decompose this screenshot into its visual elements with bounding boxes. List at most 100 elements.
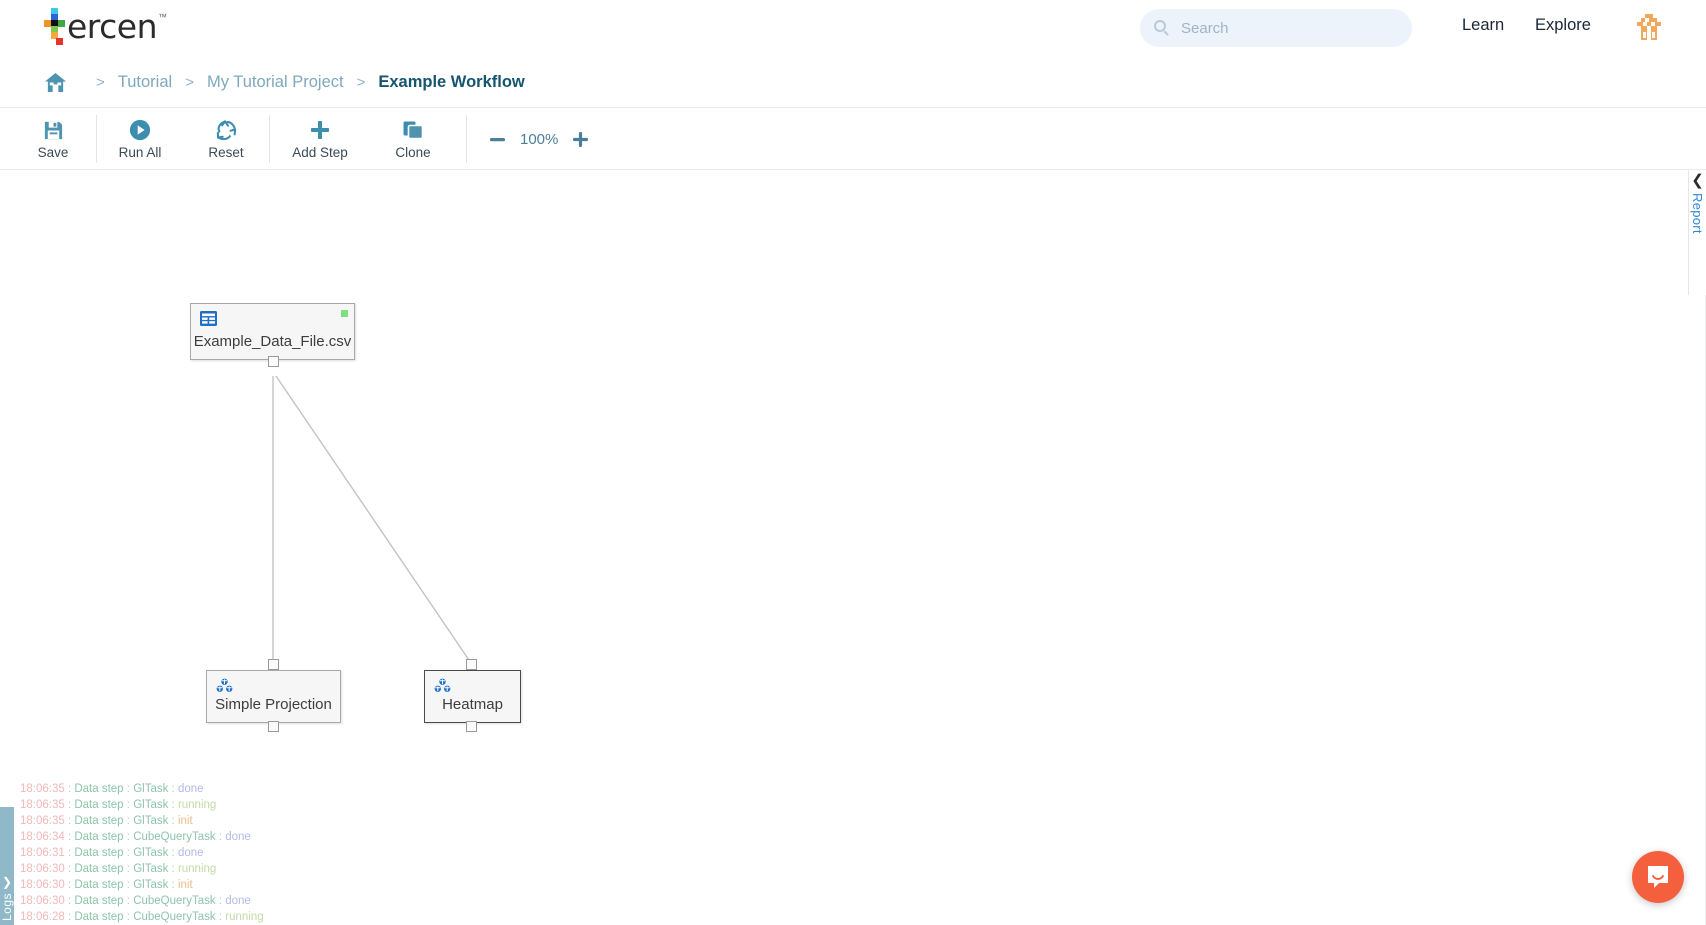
tercen-logo-text: ercen (67, 7, 158, 46)
recycle-icon (215, 119, 238, 142)
log-task: CubeQueryTask (133, 831, 216, 843)
log-task: GlTask (133, 815, 169, 827)
save-button[interactable]: Save (10, 109, 96, 170)
log-state: running (177, 863, 217, 875)
breadcrumb-separator-1: > (96, 74, 105, 91)
node-output-port-heatmap[interactable] (466, 721, 477, 732)
log-line: 18:06:35 : Data step : GlTask : running (20, 799, 217, 811)
run-all-button[interactable]: Run All (97, 109, 183, 170)
log-panel: 18:06:35 : Data step : GlTask : done 18:0… (20, 781, 640, 925)
chevron-left-icon: ❮ (1691, 172, 1704, 189)
workflow-node-label: Simple Projection (215, 696, 332, 713)
clone-button-label: Clone (395, 144, 431, 160)
app-root: ercen ™ Learn Explore (0, 0, 1706, 925)
log-state: init (177, 815, 193, 827)
log-task: GlTask (133, 847, 169, 859)
log-step: Data step (74, 815, 124, 827)
zoom-controls: 100% (489, 131, 589, 148)
workflow-canvas[interactable]: Example_Data_File.csv Simple Projection … (0, 170, 1706, 925)
node-input-port-heatmap[interactable] (466, 659, 477, 670)
log-state: init (177, 879, 193, 891)
zoom-in-plus-icon[interactable] (572, 131, 589, 148)
log-step: Data step (74, 783, 124, 795)
log-step: Data step (74, 895, 124, 907)
toolbar-divider-3 (466, 115, 467, 163)
add-step-button[interactable]: Add Step (270, 109, 370, 170)
log-state: done (225, 895, 251, 907)
log-step: Data step (74, 831, 124, 843)
workflow-node-heatmap[interactable]: Heatmap (424, 670, 521, 723)
top-header: ercen ™ Learn Explore (0, 0, 1706, 58)
breadcrumb-separator-2: > (185, 74, 194, 91)
breadcrumb: > Tutorial > My Tutorial Project > Examp… (0, 58, 1706, 108)
tercen-logo[interactable]: ercen ™ (42, 8, 167, 46)
log-timestamp: 18:06:34 (20, 831, 65, 843)
search-icon (1154, 19, 1171, 37)
log-task: GlTask (133, 783, 169, 795)
chat-bubble-button[interactable] (1632, 851, 1684, 903)
log-timestamp: 18:06:30 (20, 863, 65, 875)
log-step: Data step (74, 847, 124, 859)
breadcrumb-item-my-tutorial-project[interactable]: My Tutorial Project (207, 73, 344, 92)
log-timestamp: 18:06:28 (20, 911, 65, 923)
search-input[interactable] (1181, 19, 1398, 37)
log-task: GlTask (133, 879, 169, 891)
zoom-level-value: 100% (520, 130, 559, 148)
log-timestamp: 18:06:35 (20, 815, 65, 827)
log-step: Data step (74, 911, 124, 923)
reset-button-label: Reset (208, 144, 244, 160)
log-line: 18:06:28 : Data step : CubeQueryTask : r… (20, 911, 264, 923)
log-step: Data step (74, 879, 124, 891)
log-step: Data step (74, 799, 124, 811)
table-grid-icon (200, 311, 217, 331)
cubes-icon (216, 678, 233, 698)
report-panel-tab[interactable]: ❮ Report (1688, 170, 1706, 295)
search-box[interactable] (1140, 9, 1412, 47)
save-floppy-icon (43, 119, 64, 142)
user-avatar-icon[interactable] (1635, 14, 1663, 42)
node-status-badge (341, 310, 348, 317)
log-timestamp: 18:06:35 (20, 783, 65, 795)
breadcrumb-separator-3: > (356, 74, 366, 91)
workflow-toolbar: Save Run All Reset Add Step Clone 100% (0, 109, 1706, 170)
add-step-button-label: Add Step (292, 144, 348, 160)
chevron-right-icon: ❯ (1, 874, 13, 889)
reset-button[interactable]: Reset (183, 109, 269, 170)
chat-bubble-icon (1648, 866, 1668, 888)
workflow-node-data-file[interactable]: Example_Data_File.csv (190, 303, 355, 360)
log-timestamp: 18:06:30 (20, 895, 65, 907)
log-task: CubeQueryTask (133, 911, 216, 923)
log-state: done (177, 847, 204, 859)
log-timestamp: 18:06:30 (20, 879, 65, 891)
workflow-node-label: Example_Data_File.csv (193, 333, 352, 350)
node-input-port-projection[interactable] (268, 659, 279, 670)
breadcrumb-item-tutorial[interactable]: Tutorial (118, 73, 172, 92)
report-tab-label: Report (1690, 193, 1705, 234)
plus-icon (309, 119, 331, 142)
trademark-symbol: ™ (158, 12, 168, 22)
breadcrumb-item-example-workflow: Example Workflow (378, 73, 525, 91)
nav-link-explore[interactable]: Explore (1535, 16, 1591, 35)
nav-link-learn[interactable]: Learn (1462, 16, 1504, 35)
log-line: 18:06:30 : Data step : GlTask : running (20, 863, 217, 875)
node-output-port-data[interactable] (268, 356, 279, 367)
log-line: 18:06:35 : Data step : GlTask : init (20, 815, 193, 827)
home-icon[interactable] (44, 72, 67, 93)
log-state: running (225, 911, 264, 923)
log-state: done (177, 783, 204, 795)
workflow-node-label: Heatmap (442, 696, 503, 713)
tercen-logo-mark (42, 8, 68, 46)
log-line: 18:06:34 : Data step : CubeQueryTask : d… (20, 831, 251, 843)
node-output-port-projection[interactable] (268, 721, 279, 732)
log-step: Data step (74, 863, 124, 875)
run-all-button-label: Run All (118, 144, 162, 160)
zoom-out-minus-icon[interactable] (489, 131, 506, 148)
play-circle-icon (129, 119, 151, 142)
logs-tab-label: Logs (0, 892, 14, 921)
log-line: 18:06:30 : Data step : GlTask : init (20, 879, 193, 891)
log-line: 18:06:31 : Data step : GlTask : done (20, 847, 204, 859)
workflow-node-simple-projection[interactable]: Simple Projection (206, 670, 341, 723)
logs-panel-tab[interactable]: Logs ❯ (0, 807, 14, 925)
cubes-icon (434, 678, 451, 698)
clone-button[interactable]: Clone (370, 109, 456, 170)
